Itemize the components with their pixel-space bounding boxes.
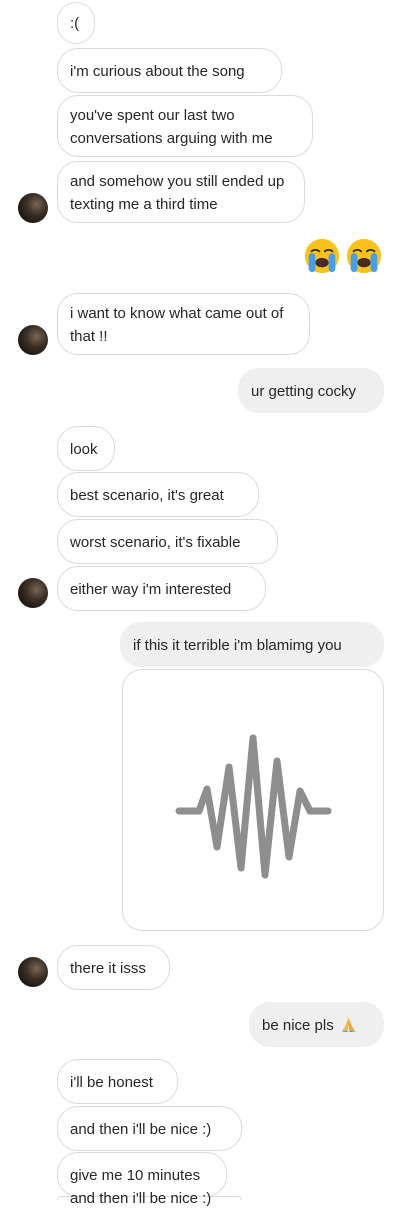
message-text: i want to know what came out of that !! [70, 305, 284, 345]
message-bubble[interactable]: either way i'm interested [57, 566, 266, 611]
message-text: and then i'll be nice :) [70, 1121, 212, 1138]
message-text: if this it terrible i'm blamimg you [133, 637, 342, 654]
message-text: be nice pls [262, 1017, 334, 1034]
message-text: you've spent our last two conversations … [70, 107, 273, 147]
message-bubble[interactable]: i'm curious about the song [57, 48, 282, 93]
message-bubble[interactable]: i want to know what came out of that !! [57, 293, 310, 355]
message-bubble[interactable]: worst scenario, it's fixable [57, 519, 278, 564]
message-text: i'm curious about the song [70, 63, 245, 80]
loudly-crying-face-emoji [346, 238, 382, 274]
message-bubble[interactable]: and somehow you still ended up texting m… [57, 161, 305, 223]
sender-avatar[interactable] [18, 957, 48, 987]
message-text: best scenario, it's great [70, 487, 224, 504]
sender-avatar[interactable] [18, 578, 48, 608]
message-text: there it isss [70, 960, 146, 977]
message-bubble[interactable]: if this it terrible i'm blamimg you [120, 622, 384, 667]
message-text: and somehow you still ended up texting m… [70, 173, 285, 213]
message-bubble[interactable]: there it isss [57, 945, 170, 990]
waveform-icon [175, 734, 332, 879]
emoji-message[interactable] [303, 237, 383, 275]
message-bubble[interactable]: and then i'll be nice :) [57, 1190, 242, 1207]
message-text: look [70, 441, 98, 458]
message-bubble[interactable]: i'll be honest [57, 1059, 178, 1104]
sender-avatar[interactable] [18, 325, 48, 355]
message-bubble[interactable]: be nice pls [249, 1002, 384, 1047]
message-text: and then i'll be nice :) [70, 1190, 212, 1207]
message-bubble[interactable]: :( [57, 2, 95, 44]
loudly-crying-face-emoji [304, 238, 340, 274]
message-text: worst scenario, it's fixable [70, 534, 241, 551]
message-bubble[interactable]: best scenario, it's great [57, 472, 259, 517]
message-bubble[interactable]: look [57, 426, 115, 471]
sender-avatar[interactable] [18, 193, 48, 223]
message-text: ur getting cocky [251, 383, 357, 400]
message-bubble[interactable]: ur getting cocky [238, 368, 384, 413]
message-bubble[interactable]: you've spent our last two conversations … [57, 95, 313, 157]
message-text: i'll be honest [70, 1074, 153, 1091]
audio-attachment[interactable] [122, 669, 384, 931]
message-text: either way i'm interested [70, 581, 232, 598]
message-bubble[interactable]: and then i'll be nice :) [57, 1106, 242, 1151]
folded-hands-emoji [341, 1017, 356, 1033]
message-text: :( [70, 15, 80, 32]
message-text: give me 10 minutes [70, 1167, 201, 1184]
